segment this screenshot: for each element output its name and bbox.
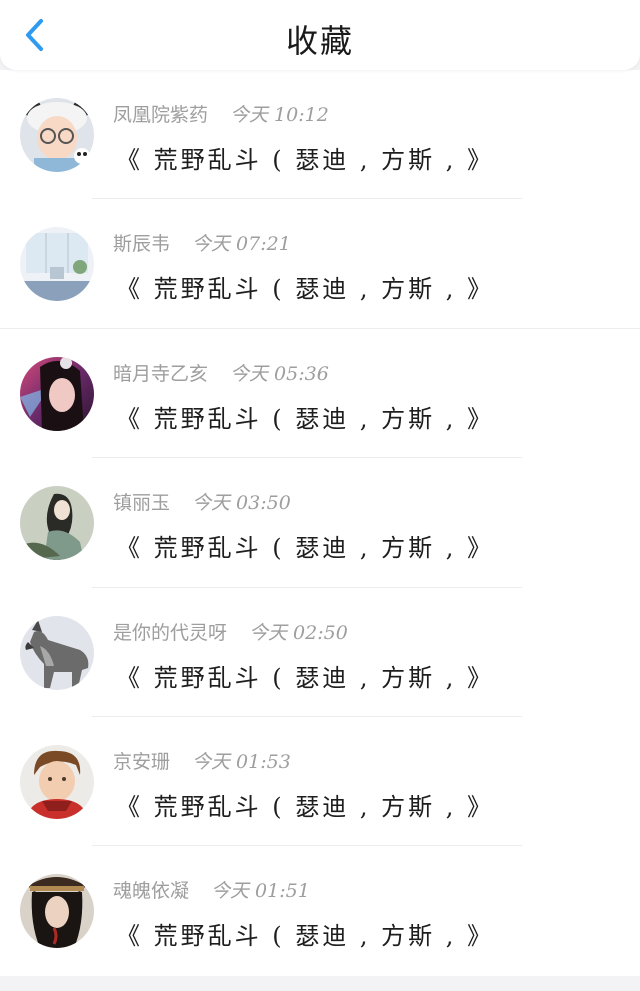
- message-meta: 凤凰院紫药 今天 10:12: [113, 100, 329, 127]
- sender-name: 凤凰院紫药: [113, 104, 209, 126]
- sender-name: 是你的代灵呀: [113, 621, 228, 644]
- favorite-item[interactable]: 是你的代灵呀 今天 02:50 《 荒野乱斗 ( 瑟迪 , 方斯 , 》: [0, 588, 640, 717]
- favorite-item[interactable]: 凤凰院紫药 今天 10:12 《 荒野乱斗 ( 瑟迪 , 方斯 , 》: [0, 70, 640, 200]
- boy-red-scarf-avatar: [20, 744, 94, 819]
- message-text: 《 荒野乱斗 ( 瑟迪 , 方斯 , 》: [116, 792, 495, 821]
- timestamp: 今天 01:51: [211, 880, 310, 903]
- sender-name: 暗月寺乙亥: [113, 362, 209, 385]
- message-text: 《 荒野乱斗 ( 瑟迪 , 方斯 , 》: [116, 404, 495, 433]
- favorites-list: 凤凰院紫药 今天 10:12 《 荒野乱斗 ( 瑟迪 , 方斯 , 》 斯辰韦 今天…: [0, 70, 640, 976]
- sender-name: 京安珊: [113, 750, 171, 773]
- favorite-item[interactable]: 京安珊 今天 01:53 《 荒野乱斗 ( 瑟迪 , 方斯 , 》: [0, 717, 640, 847]
- message-text: 《 荒野乱斗 ( 瑟迪 , 方斯 , 》: [116, 922, 495, 951]
- avatar[interactable]: [20, 874, 94, 949]
- favorite-item[interactable]: 魂魄依凝 今天 01:51 《 荒野乱斗 ( 瑟迪 , 方斯 , 》: [0, 846, 640, 975]
- wolf-avatar: [20, 615, 94, 690]
- avatar[interactable]: [20, 356, 94, 431]
- favorite-item[interactable]: 暗月寺乙亥 今天 05:36 《 荒野乱斗 ( 瑟迪 , 方斯 , 》: [0, 329, 640, 459]
- sender-name: 斯辰韦: [113, 233, 171, 256]
- timestamp: 今天 05:36: [230, 362, 329, 385]
- message-text: 《 荒野乱斗 ( 瑟迪 , 方斯 , 》: [116, 534, 495, 563]
- sender-name: 魂魄依凝: [113, 880, 190, 903]
- header-bar: 收藏: [0, 0, 640, 70]
- message-meta: 魂魄依凝 今天 01:51: [113, 876, 310, 903]
- message-meta: 斯辰韦 今天 07:21: [113, 229, 291, 256]
- message-meta: 是你的代灵呀 今天 02:50: [113, 618, 348, 645]
- message-meta: 暗月寺乙亥 今天 05:36: [113, 359, 329, 386]
- favorite-item[interactable]: 镇丽玉 今天 03:50 《 荒野乱斗 ( 瑟迪 , 方斯 , 》: [0, 458, 640, 588]
- message-text: 《 荒野乱斗 ( 瑟迪 , 方斯 , 》: [116, 663, 495, 692]
- message-text: 《 荒野乱斗 ( 瑟迪 , 方斯 , 》: [116, 275, 495, 304]
- timestamp: 今天 10:12: [230, 104, 329, 126]
- girl-with-bear-hat-avatar: [20, 98, 94, 172]
- message-text: 《 荒野乱斗 ( 瑟迪 , 方斯 , 》: [116, 146, 495, 174]
- avatar[interactable]: [20, 227, 94, 302]
- window-room-avatar: [20, 227, 94, 302]
- painted-lady-avatar: [20, 486, 94, 561]
- timestamp: 今天 03:50: [192, 492, 291, 515]
- avatar[interactable]: [20, 486, 94, 561]
- timestamp: 今天 02:50: [249, 621, 348, 644]
- avatar[interactable]: [20, 744, 94, 819]
- message-meta: 京安珊 今天 01:53: [113, 747, 291, 774]
- sender-name: 镇丽玉: [113, 492, 171, 515]
- timestamp: 今天 07:21: [192, 233, 291, 256]
- timestamp: 今天 01:53: [192, 750, 291, 773]
- avatar[interactable]: [20, 98, 94, 172]
- dark-hair-girl-avatar: [20, 356, 94, 431]
- favorite-item[interactable]: 斯辰韦 今天 07:21 《 荒野乱斗 ( 瑟迪 , 方斯 , 》: [0, 199, 640, 329]
- message-meta: 镇丽玉 今天 03:50: [113, 488, 291, 515]
- page-title: 收藏: [285, 22, 354, 60]
- ancient-warrior-avatar: [20, 874, 94, 949]
- avatar[interactable]: [20, 615, 94, 690]
